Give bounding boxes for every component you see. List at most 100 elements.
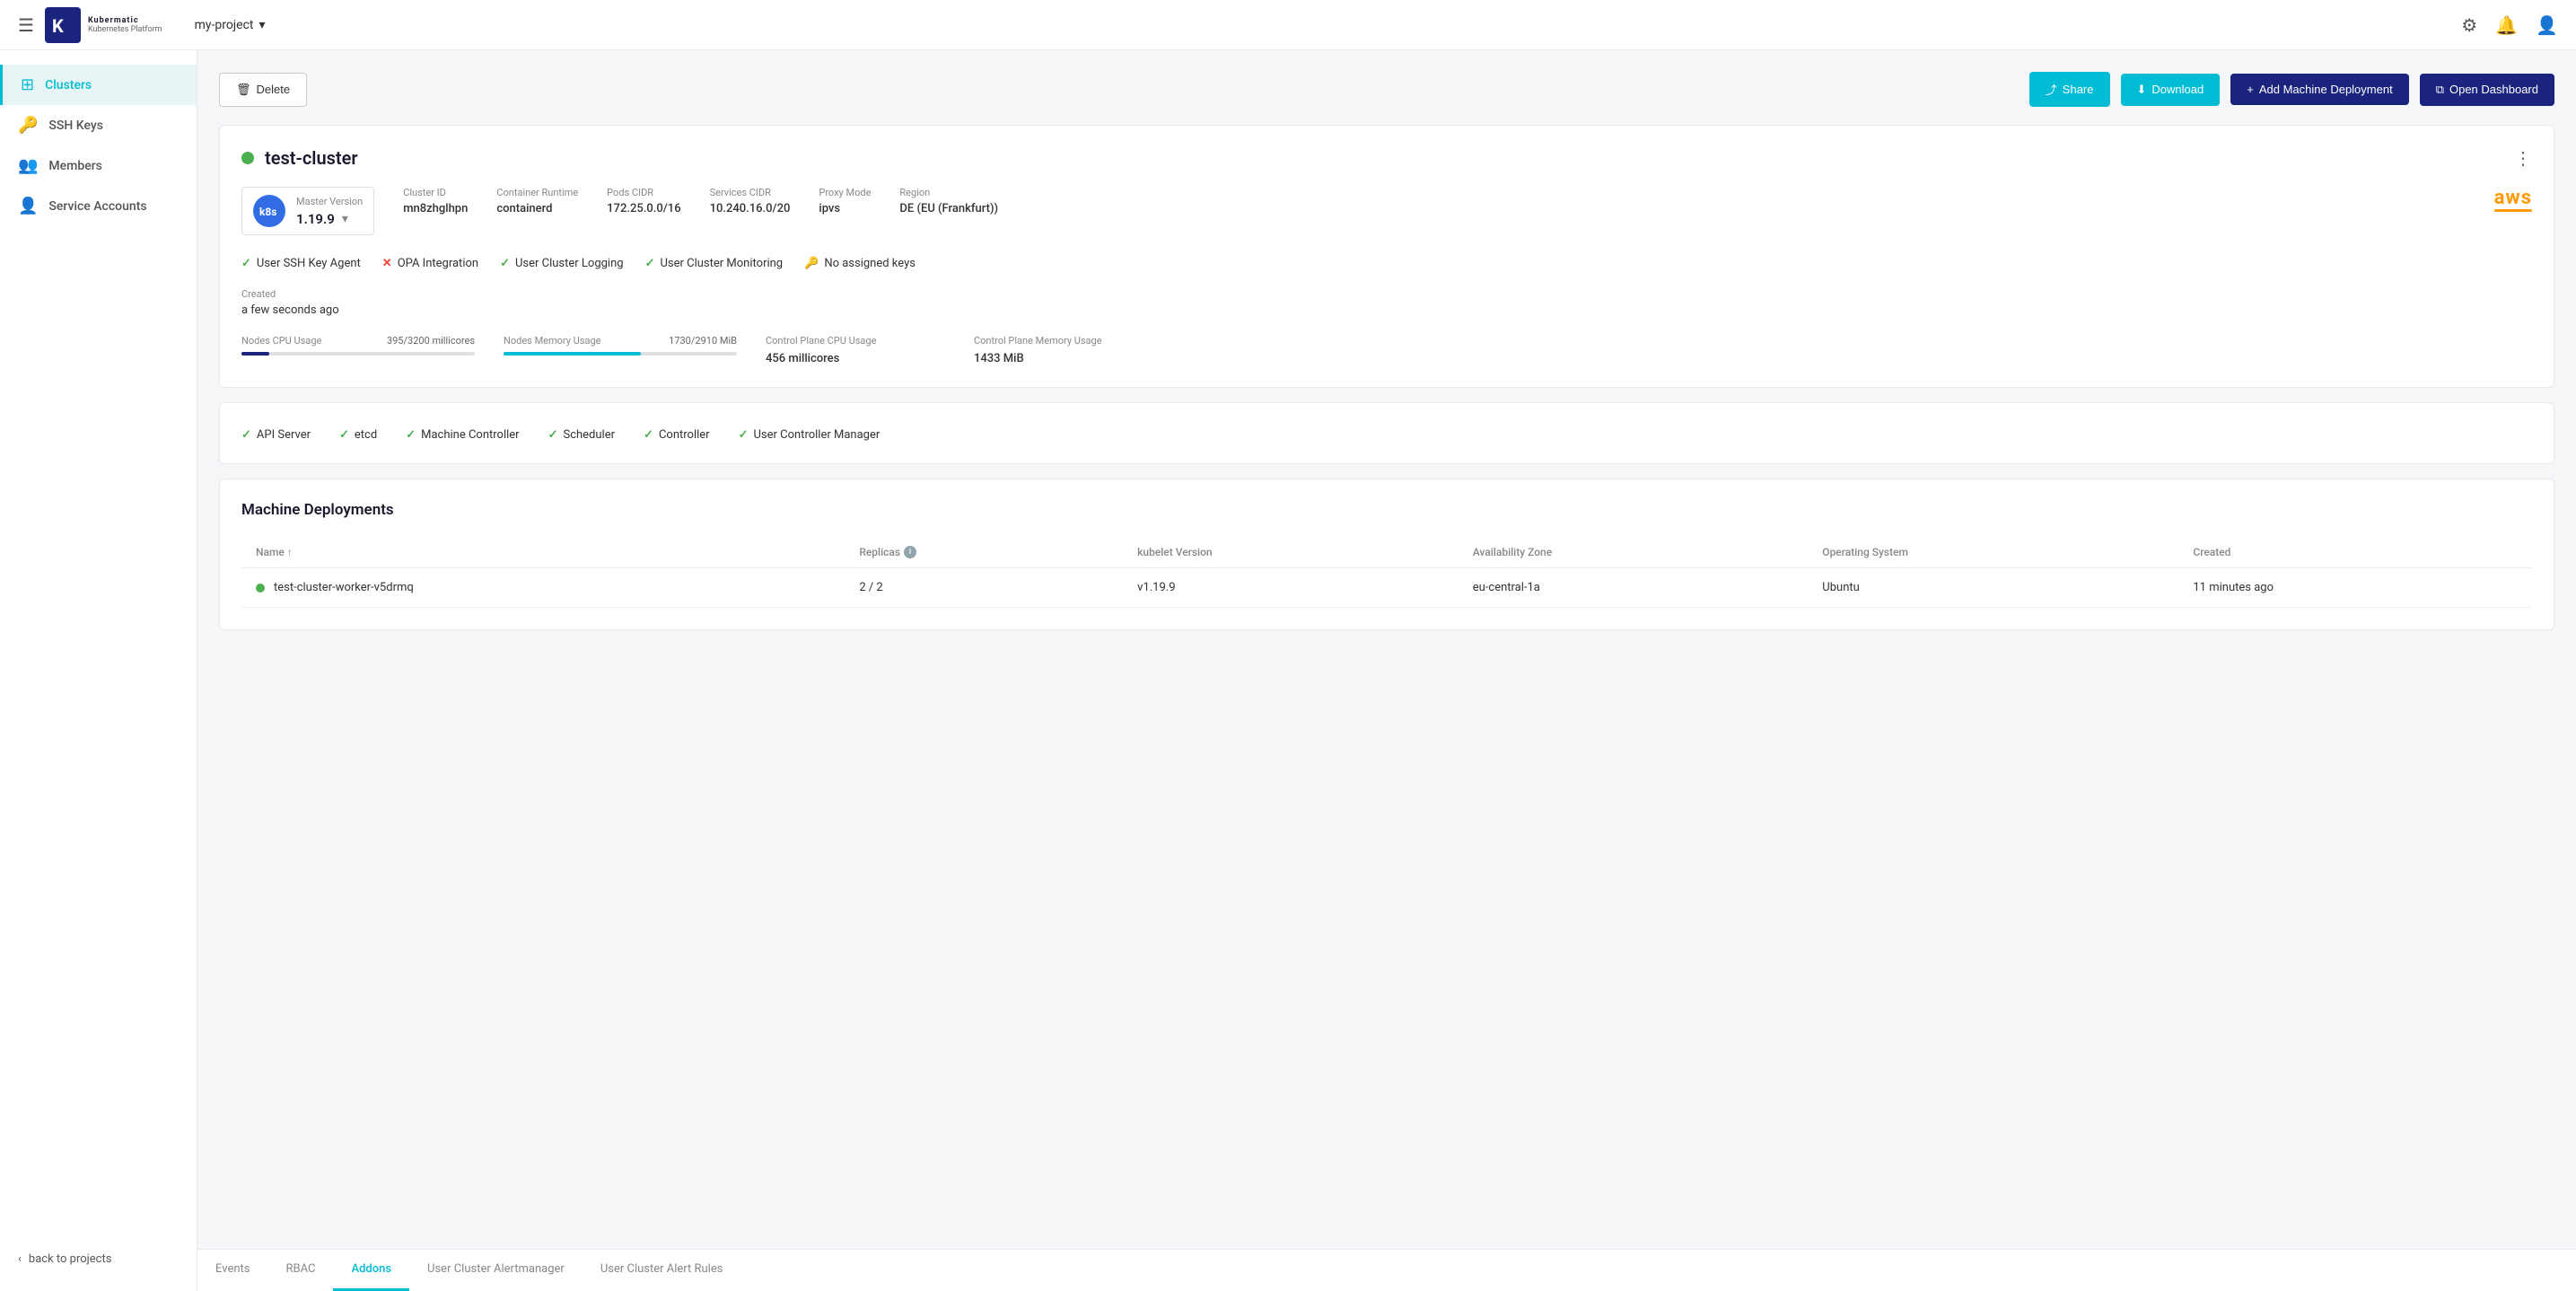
tab-user-cluster-alertmanager[interactable]: User Cluster Alertmanager — [409, 1250, 583, 1291]
health-label: etcd — [355, 428, 377, 442]
nodes-cpu-bar-bg — [241, 352, 475, 356]
tab-events[interactable]: Events — [197, 1250, 267, 1291]
proxy-mode-label: Proxy Mode — [819, 187, 871, 198]
feature-no-assigned-keys: 🔑 No assigned keys — [804, 257, 916, 270]
aws-logo: aws — [2494, 187, 2532, 212]
nodes-memory-label: Nodes Memory Usage — [504, 335, 600, 347]
cluster-id-field: Cluster ID mn8zhglhpn — [403, 187, 468, 215]
back-to-projects[interactable]: ‹ back to projects — [0, 1242, 197, 1277]
check-icon: ✓ — [339, 428, 349, 442]
add-icon: + — [2247, 83, 2254, 96]
container-runtime-label: Container Runtime — [496, 187, 578, 198]
cp-mem-value: 1433 MiB — [974, 352, 1153, 365]
bottom-tabs: Events RBAC Addons User Cluster Alertman… — [197, 1249, 2576, 1291]
pods-cidr-label: Pods CIDR — [607, 187, 680, 198]
share-label: Share — [2063, 83, 2094, 96]
cluster-card: test-cluster ⋮ k8s Master Version 1.19.9… — [219, 125, 2554, 388]
download-button[interactable]: ⬇ Download — [2121, 74, 2221, 106]
health-label: User Controller Manager — [753, 428, 880, 442]
feature-badges: ✓ User SSH Key Agent ✕ OPA Integration ✓… — [241, 257, 2532, 270]
cp-cpu-label: Control Plane CPU Usage — [766, 335, 945, 347]
check-icon: ✓ — [645, 257, 655, 270]
sidebar-label-serviceaccounts: Service Accounts — [48, 199, 146, 214]
aws-text: aws — [2494, 187, 2532, 209]
main-content: 🗑 Delete ⤴ Share ⬇ Download + Add Machin… — [197, 50, 2576, 1291]
tab-addons[interactable]: Addons — [333, 1250, 409, 1291]
tab-rbac[interactable]: RBAC — [267, 1250, 333, 1291]
master-version-label: Master Version — [296, 196, 363, 207]
region-label: Region — [899, 187, 998, 198]
col-created: Created — [2178, 537, 2532, 568]
version-dropdown-icon: ▾ — [342, 212, 348, 226]
check-icon: ✓ — [548, 428, 558, 442]
table-row[interactable]: test-cluster-worker-v5drmq 2 / 2 v1.19.9… — [241, 568, 2532, 608]
hamburger-icon[interactable]: ☰ — [18, 14, 34, 36]
created-row: Created a few seconds ago — [241, 288, 2532, 317]
logo-text-bot: Kubernetes Platform — [88, 25, 162, 34]
sidebar-label-sshkeys: SSH Keys — [48, 119, 103, 133]
feature-user-ssh-key-agent: ✓ User SSH Key Agent — [241, 257, 361, 270]
nodes-memory-value: 1730/2910 MiB — [669, 335, 737, 347]
proxy-mode-value: ipvs — [819, 202, 871, 215]
sidebar-item-members[interactable]: 👥 Members — [0, 145, 197, 186]
aws-underline — [2494, 209, 2532, 212]
cell-availability-zone: eu-central-1a — [1459, 568, 1809, 608]
toolbar: 🗑 Delete ⤴ Share ⬇ Download + Add Machin… — [219, 72, 2554, 107]
feature-label: User Cluster Logging — [515, 257, 624, 270]
back-arrow-icon: ‹ — [18, 1252, 22, 1266]
cp-mem-label: Control Plane Memory Usage — [974, 335, 1153, 347]
machine-deployments-table: Name ↑ Replicas i kubelet Version Availa… — [241, 537, 2532, 608]
col-os: Operating System — [1808, 537, 2178, 568]
notification-icon[interactable]: 🔔 — [2495, 14, 2518, 36]
cluster-info-fields: Cluster ID mn8zhglhpn Container Runtime … — [403, 187, 2532, 215]
share-button[interactable]: ⤴ Share — [2029, 72, 2110, 107]
cluster-info: k8s Master Version 1.19.9 ▾ Cluster ID m… — [241, 187, 2532, 235]
cp-cpu-value: 456 millicores — [766, 352, 945, 365]
created-value: a few seconds ago — [241, 303, 2532, 317]
k8s-icon: k8s — [253, 195, 285, 227]
feature-user-cluster-monitoring: ✓ User Cluster Monitoring — [645, 257, 784, 270]
services-cidr-field: Services CIDR 10.240.16.0/20 — [710, 187, 791, 215]
clusters-icon: ⊞ — [21, 75, 34, 94]
cluster-id-label: Cluster ID — [403, 187, 468, 198]
sidebar-item-sshkeys[interactable]: 🔑 SSH Keys — [0, 105, 197, 145]
open-dashboard-button[interactable]: ⧉ Open Dashboard — [2420, 74, 2554, 106]
master-version-value: 1.19.9 — [296, 211, 335, 227]
health-controller: ✓ Controller — [644, 428, 710, 442]
feature-label: User SSH Key Agent — [257, 257, 361, 270]
serviceaccounts-icon: 👤 — [18, 197, 38, 215]
sidebar-item-clusters[interactable]: ⊞ Clusters — [0, 65, 197, 105]
check-icon: ✓ — [644, 428, 653, 442]
sidebar: ⊞ Clusters 🔑 SSH Keys 👥 Members 👤 Servic… — [0, 50, 197, 1291]
feature-label: No assigned keys — [824, 257, 916, 270]
feature-label: OPA Integration — [398, 257, 478, 270]
tab-user-cluster-alert-rules[interactable]: User Cluster Alert Rules — [583, 1250, 741, 1291]
cell-created: 11 minutes ago — [2178, 568, 2532, 608]
logo-text-top: Kubermatic — [88, 16, 139, 25]
key-icon: 🔑 — [804, 257, 819, 270]
user-icon[interactable]: 👤 — [2536, 14, 2558, 36]
health-label: Controller — [659, 428, 710, 442]
feature-label: User Cluster Monitoring — [660, 257, 783, 270]
services-cidr-label: Services CIDR — [710, 187, 791, 198]
check-icon: ✓ — [406, 428, 416, 442]
nodes-cpu-value: 395/3200 millicores — [387, 335, 475, 347]
project-selector[interactable]: my-project ▾ — [195, 18, 266, 32]
control-plane-memory-usage: Control Plane Memory Usage 1433 MiB — [974, 335, 1153, 365]
delete-label: Delete — [257, 83, 291, 96]
created-label: Created — [241, 288, 2532, 300]
cluster-menu-icon[interactable]: ⋮ — [2514, 147, 2532, 169]
topnav: ☰ K Kubermatic Kubernetes Platform my-pr… — [0, 0, 2576, 50]
add-machine-deployment-button[interactable]: + Add Machine Deployment — [2230, 74, 2408, 105]
machine-deployments-title: Machine Deployments — [241, 501, 2532, 519]
delete-button[interactable]: 🗑 Delete — [219, 73, 307, 107]
nodes-memory-bar-bg — [504, 352, 737, 356]
svg-text:K: K — [52, 15, 64, 37]
check-icon: ✓ — [500, 257, 510, 270]
sidebar-item-serviceaccounts[interactable]: 👤 Service Accounts — [0, 186, 197, 226]
settings-icon[interactable]: ⚙ — [2461, 14, 2477, 36]
cell-os: Ubuntu — [1808, 568, 2178, 608]
cluster-status-dot — [241, 152, 254, 164]
master-version-box[interactable]: k8s Master Version 1.19.9 ▾ — [241, 187, 374, 235]
logo: K Kubermatic Kubernetes Platform — [45, 7, 162, 43]
